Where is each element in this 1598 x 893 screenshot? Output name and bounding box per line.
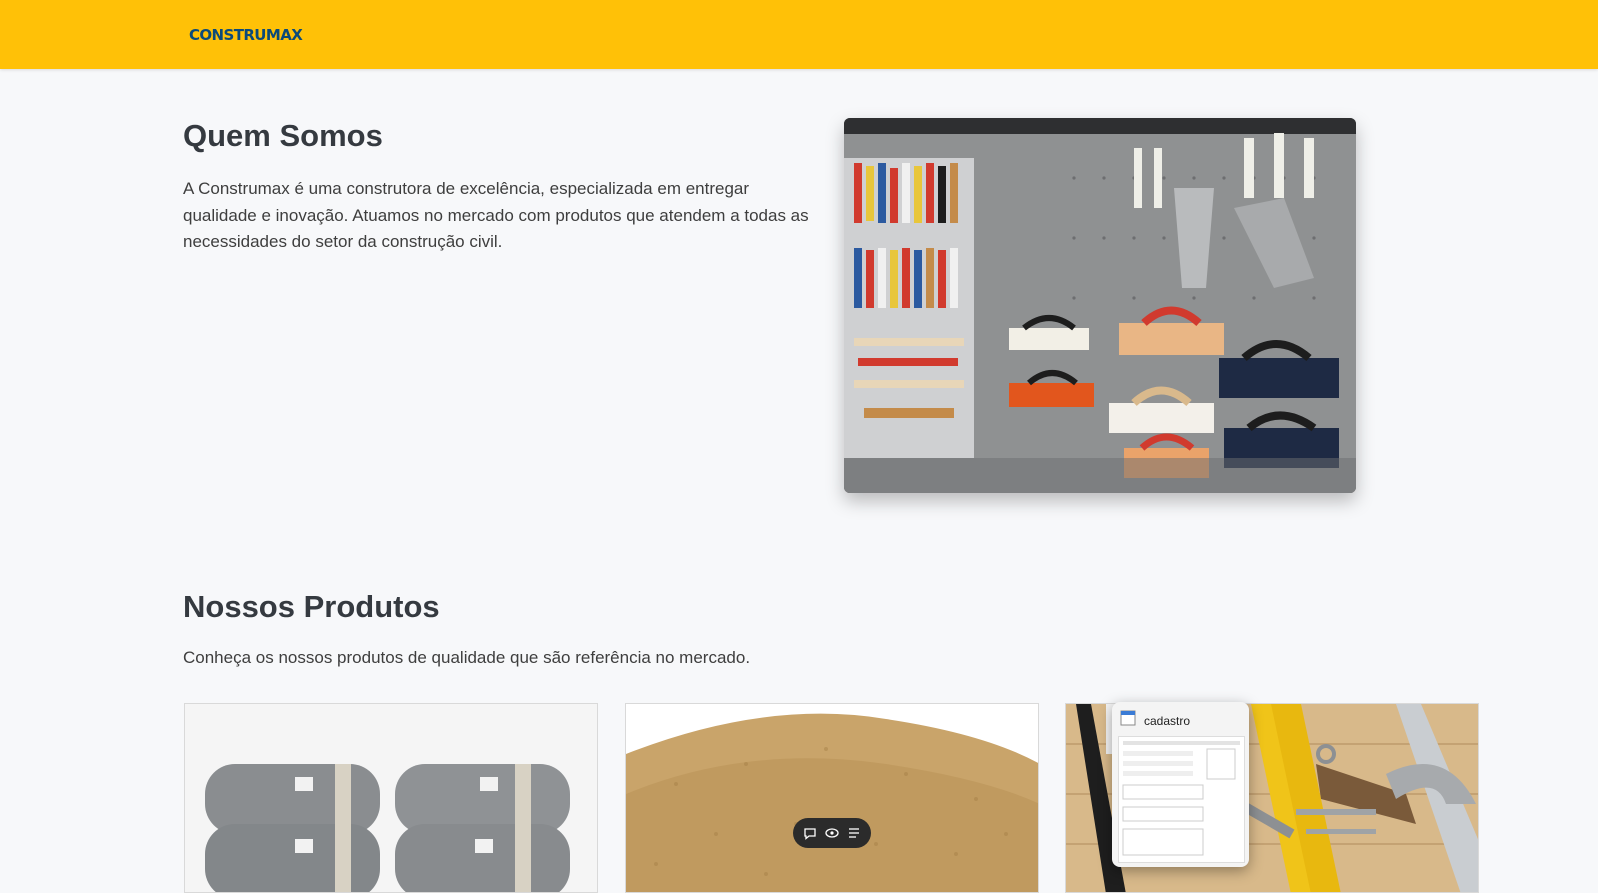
- cement-bags-photo: [185, 704, 597, 892]
- top-navbar: CONSTRUMAX: [0, 0, 1598, 69]
- window-preview-popup[interactable]: cadastro: [1112, 702, 1249, 867]
- popup-title: cadastro: [1144, 713, 1191, 728]
- popup-preview-thumbnail: [1118, 736, 1245, 863]
- product-card-cement[interactable]: [184, 703, 598, 893]
- about-title: Quem Somos: [183, 118, 383, 153]
- products-text: Conheça os nossos produtos de qualidade …: [183, 648, 751, 667]
- products-title: Nossos Produtos: [183, 589, 440, 624]
- about-text: A Construmax é uma construtora de excelê…: [183, 179, 809, 251]
- comment-icon[interactable]: [802, 825, 818, 841]
- logo[interactable]: CONSTRUMAX: [189, 26, 303, 44]
- about-image: [844, 118, 1356, 493]
- product-card-sand[interactable]: [625, 703, 1039, 893]
- sand-pile-photo: [626, 704, 1038, 892]
- floating-toolbar: [793, 818, 871, 848]
- view-icon[interactable]: [824, 825, 840, 841]
- form-window-icon: [1120, 710, 1136, 731]
- menu-icon[interactable]: [846, 825, 862, 841]
